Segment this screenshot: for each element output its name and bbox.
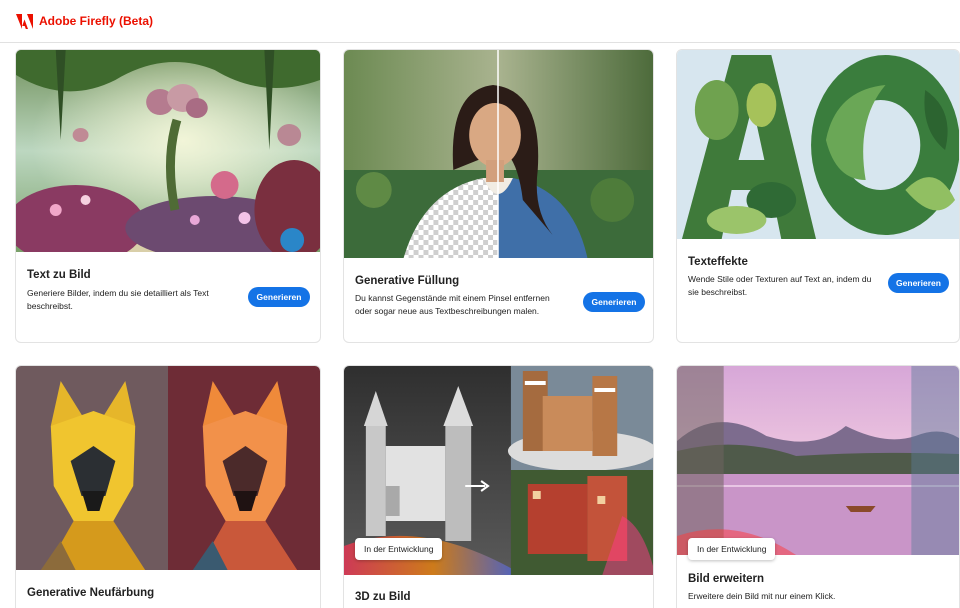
card-title: Generative Neufärbung xyxy=(27,587,155,599)
lake-landscape-image xyxy=(677,366,959,555)
in-development-badge: In der Entwicklung xyxy=(688,538,776,560)
card-description: Wende Stile oder Texturen auf Text an, i… xyxy=(688,274,872,297)
recolor-dog-image xyxy=(16,366,320,570)
fantasy-garden-image xyxy=(16,50,320,252)
adobe-logo-icon xyxy=(16,13,33,29)
card-text-effects[interactable]: Texteffekte Wende Stile oder Texturen au… xyxy=(676,49,960,343)
card-description: Erweitere dein Bild mit nur einem Klick. xyxy=(688,591,836,601)
card-description: Du kannst Gegenstände mit einem Pinsel e… xyxy=(355,293,550,316)
generate-button[interactable]: Generieren xyxy=(248,287,310,307)
generate-button[interactable]: Generieren xyxy=(583,292,645,312)
card-title: Generative Füllung xyxy=(355,275,460,287)
card-expand-image[interactable]: In der Entwicklung Bild erweitern Erweit… xyxy=(676,365,960,608)
card-text-to-image[interactable]: Text zu Bild Generiere Bilder, indem du … xyxy=(15,49,321,343)
card-title: 3D zu Bild xyxy=(355,591,411,603)
app-title: Adobe Firefly (Beta) xyxy=(39,14,154,28)
card-3d-to-image[interactable]: In der Entwicklung 3D zu Bild xyxy=(343,365,654,608)
card-title: Text zu Bild xyxy=(27,269,91,281)
card-title: Texteffekte xyxy=(688,256,748,268)
app-logo[interactable]: Adobe Firefly (Beta) xyxy=(16,13,154,29)
portrait-fill-image xyxy=(344,50,653,258)
generate-button[interactable]: Generieren xyxy=(888,273,949,293)
card-title: Bild erweitern xyxy=(688,573,765,585)
card-description: Generiere Bilder, indem du sie detaillie… xyxy=(27,288,209,311)
in-development-badge: In der Entwicklung xyxy=(355,538,443,560)
top-bar: Adobe Firefly (Beta) xyxy=(0,0,960,43)
card-generative-fill[interactable]: Generative Füllung Du kannst Gegenstände… xyxy=(343,49,654,343)
card-generative-recolor[interactable]: Generative Neufärbung xyxy=(15,365,321,608)
leaf-letters-image xyxy=(677,50,959,239)
